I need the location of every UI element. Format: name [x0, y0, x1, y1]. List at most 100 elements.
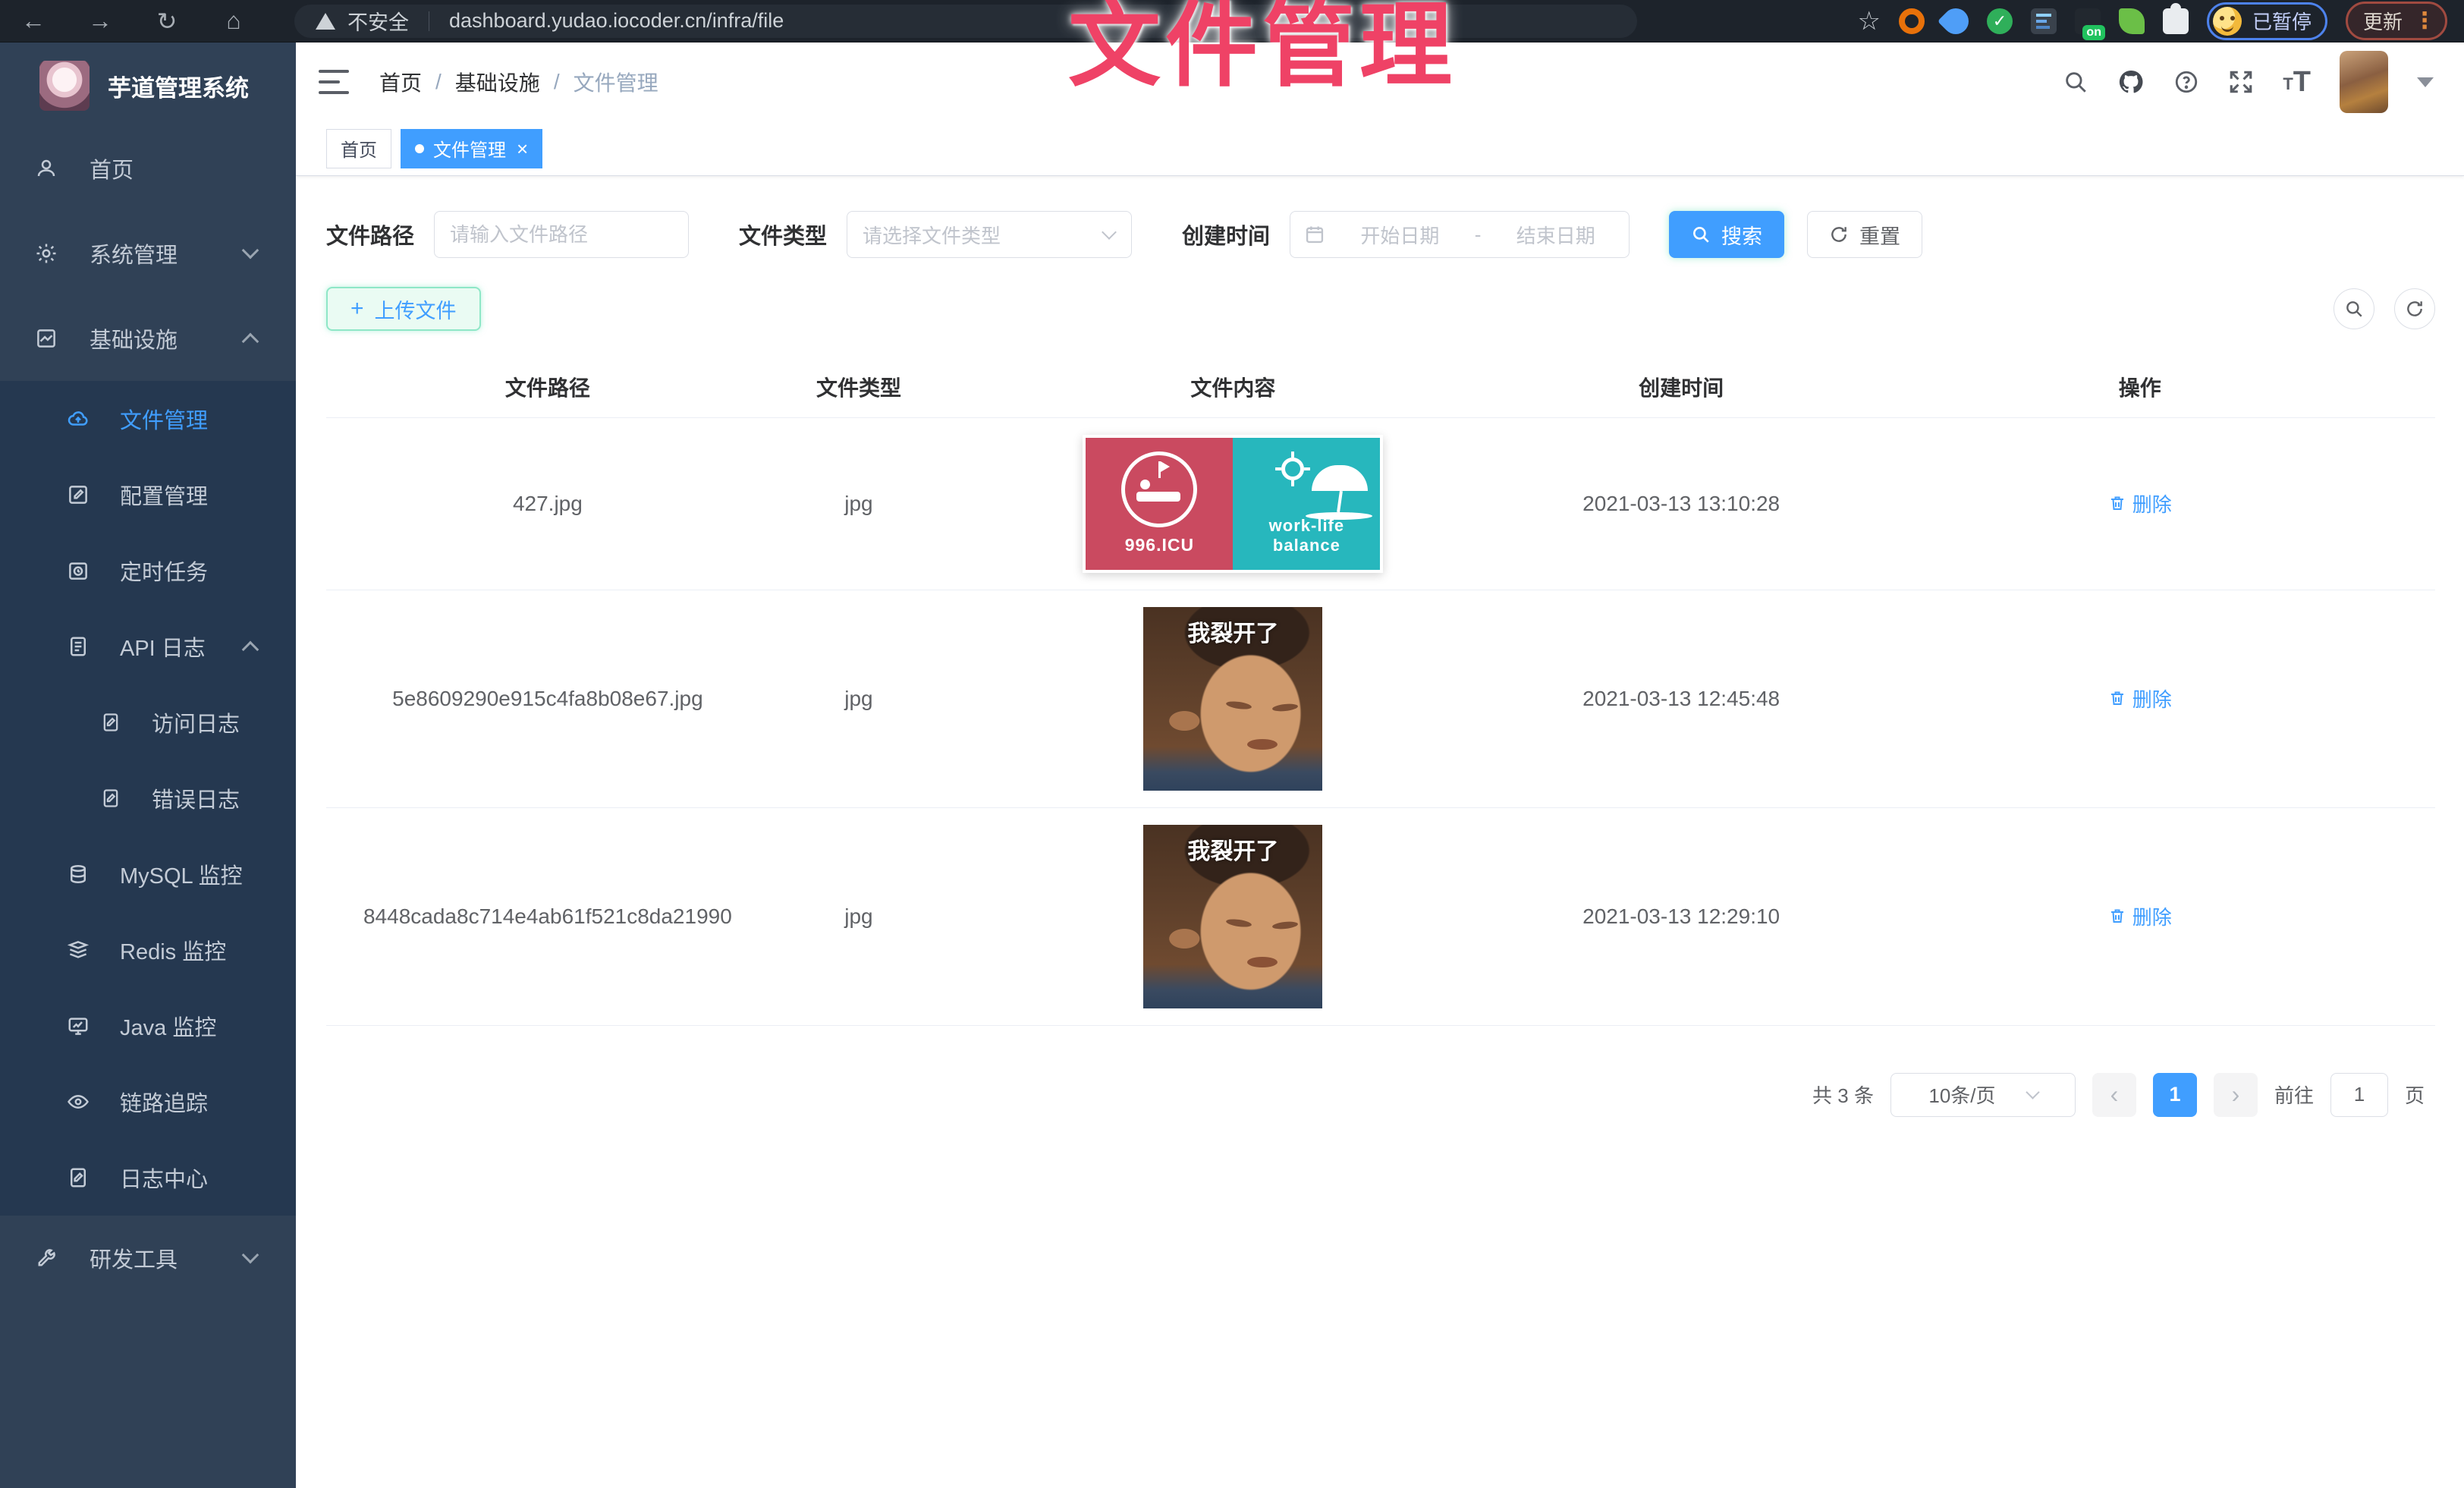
- extension-orange-icon[interactable]: [1899, 8, 1925, 34]
- col-header-type: 文件类型: [769, 357, 948, 417]
- sidebar-item-java-monitor[interactable]: Java 监控: [0, 988, 296, 1064]
- database-icon: [67, 863, 90, 886]
- upload-file-button[interactable]: + 上传文件: [326, 287, 481, 331]
- file-type-select[interactable]: 请选择文件类型: [847, 211, 1132, 258]
- date-range-picker[interactable]: 开始日期 - 结束日期: [1290, 211, 1630, 258]
- sidebar-item-label: 访问日志: [152, 706, 240, 738]
- file-path-input[interactable]: [434, 211, 689, 258]
- close-icon[interactable]: ×: [517, 139, 528, 159]
- sidebar-item-api-log[interactable]: API 日志: [0, 609, 296, 684]
- sidebar-item-access-log[interactable]: 访问日志: [0, 684, 296, 760]
- sidebar-item-home[interactable]: 首页: [0, 126, 296, 211]
- create-time-label: 创建时间: [1182, 219, 1270, 250]
- cell-create-time: 2021-03-13 12:45:48: [1518, 590, 1845, 807]
- user-avatar[interactable]: [2340, 51, 2388, 113]
- sidebar-item-file-management[interactable]: 文件管理: [0, 381, 296, 457]
- upload-button-label: 上传文件: [375, 294, 457, 324]
- breadcrumb: 首页 / 基础设施 / 文件管理: [379, 67, 658, 97]
- font-size-icon[interactable]: TT: [2283, 70, 2311, 94]
- chevron-down-icon: [1102, 225, 1117, 240]
- sidebar-item-scheduled-jobs[interactable]: 定时任务: [0, 533, 296, 609]
- delete-button[interactable]: 删除: [2108, 902, 2172, 930]
- date-end-placeholder[interactable]: 结束日期: [1496, 221, 1615, 249]
- cell-create-time: 2021-03-13 12:29:10: [1518, 807, 1845, 1025]
- delete-button[interactable]: 删除: [2108, 684, 2172, 713]
- cell-file-path: 5e8609290e915c4fa8b08e67.jpg: [326, 590, 769, 807]
- date-separator: -: [1475, 223, 1482, 247]
- refresh-table-icon-button[interactable]: [2394, 288, 2435, 329]
- extension-grid-icon[interactable]: [2031, 8, 2057, 34]
- extension-switch-icon[interactable]: on: [2075, 8, 2101, 34]
- hamburger-icon[interactable]: [319, 70, 349, 94]
- tag-home[interactable]: 首页: [326, 129, 391, 168]
- chevron-up-icon: [242, 333, 259, 351]
- file-preview-meme-image[interactable]: 我裂开了: [1143, 825, 1322, 1008]
- page-size-label: 10条/页: [1928, 1081, 1995, 1109]
- reset-button-label: 重置: [1859, 220, 1900, 250]
- breadcrumb-separator: /: [554, 70, 560, 94]
- browser-forward-icon[interactable]: →: [67, 7, 134, 35]
- sidebar-item-label: 基础设施: [90, 322, 178, 354]
- sidebar-item-tracing[interactable]: 链路追踪: [0, 1064, 296, 1140]
- browser-update-button[interactable]: 更新 ⋮: [2346, 2, 2447, 40]
- browser-home-icon[interactable]: ⌂: [200, 7, 267, 35]
- sidebar-item-label: Java 监控: [120, 1010, 216, 1042]
- dashboard-icon: [35, 157, 58, 180]
- tag-file-management[interactable]: 文件管理 ×: [401, 129, 542, 168]
- sidebar-logo-row[interactable]: 芋道管理系统: [0, 42, 296, 126]
- browser-refresh-icon[interactable]: ↻: [134, 7, 200, 36]
- pagination: 共 3 条 10条/页 ‹ 1 › 前往 页: [326, 1073, 2435, 1117]
- extension-leaf-icon[interactable]: [2119, 8, 2145, 34]
- extension-green-check-icon[interactable]: ✓: [1987, 8, 2013, 34]
- browser-menu-icon[interactable]: ⋮: [2413, 10, 2436, 33]
- sidebar-item-dev-tools[interactable]: 研发工具: [0, 1216, 296, 1301]
- sidebar-item-error-log[interactable]: 错误日志: [0, 760, 296, 836]
- toggle-search-icon-button[interactable]: [2334, 288, 2374, 329]
- cell-create-time: 2021-03-13 13:10:28: [1518, 417, 1845, 590]
- help-icon[interactable]: [2173, 69, 2199, 95]
- caret-down-icon[interactable]: [2417, 77, 2434, 87]
- timer-icon: [67, 559, 90, 582]
- sidebar-item-system[interactable]: 系统管理: [0, 211, 296, 296]
- breadcrumb-home[interactable]: 首页: [379, 67, 422, 97]
- sidebar-item-log-center[interactable]: 日志中心: [0, 1140, 296, 1216]
- prev-page-button[interactable]: ‹: [2092, 1073, 2136, 1117]
- calendar-icon: [1304, 224, 1325, 245]
- sidebar-item-label: 定时任务: [120, 555, 208, 587]
- fullscreen-icon[interactable]: [2228, 69, 2254, 95]
- table-row: 427.jpg jpg 996.ICU: [326, 417, 2435, 590]
- delete-button[interactable]: 删除: [2108, 489, 2172, 517]
- monitor-icon: [67, 1015, 90, 1037]
- reset-button[interactable]: 重置: [1807, 211, 1922, 258]
- sidebar-item-config-management[interactable]: 配置管理: [0, 457, 296, 533]
- goto-page-input[interactable]: [2330, 1073, 2388, 1117]
- file-preview-996-badge[interactable]: 996.ICU work-life balance: [1083, 435, 1383, 573]
- breadcrumb-section[interactable]: 基础设施: [455, 67, 540, 97]
- sidebar-item-infra[interactable]: 基础设施: [0, 296, 296, 381]
- cell-file-path: 427.jpg: [326, 417, 769, 590]
- url-text[interactable]: dashboard.yudao.iocoder.cn/infra/file: [449, 9, 784, 33]
- github-icon[interactable]: [2117, 68, 2145, 96]
- next-page-button[interactable]: ›: [2214, 1073, 2258, 1117]
- browser-back-icon[interactable]: ←: [0, 7, 67, 35]
- page-size-select[interactable]: 10条/页: [1890, 1073, 2076, 1117]
- sidebar-item-label: 日志中心: [120, 1162, 208, 1194]
- profile-paused-pill[interactable]: 已暂停: [2207, 2, 2327, 40]
- table-row: 5e8609290e915c4fa8b08e67.jpg jpg 我裂开了 20…: [326, 590, 2435, 807]
- bookmark-star-icon[interactable]: ☆: [1857, 6, 1880, 36]
- chevron-up-icon: [242, 641, 259, 659]
- meme-caption: 我裂开了: [1143, 832, 1322, 866]
- file-preview-meme-image[interactable]: 我裂开了: [1143, 607, 1322, 791]
- search-icon[interactable]: [2063, 69, 2088, 95]
- extensions-puzzle-icon[interactable]: [2163, 8, 2189, 34]
- not-secure-label[interactable]: 不安全: [347, 6, 409, 36]
- date-start-placeholder[interactable]: 开始日期: [1340, 221, 1460, 249]
- extension-blue-drop-icon[interactable]: [1938, 2, 1974, 39]
- sidebar-item-redis-monitor[interactable]: Redis 监控: [0, 912, 296, 988]
- search-button[interactable]: 搜索: [1669, 211, 1784, 258]
- sidebar-item-label: 错误日志: [152, 782, 240, 814]
- current-page-button[interactable]: 1: [2153, 1073, 2197, 1117]
- sidebar-item-mysql-monitor[interactable]: MySQL 监控: [0, 836, 296, 912]
- table-row: 8448cada8c714e4ab61f521c8da21990 jpg 我裂开…: [326, 807, 2435, 1025]
- eye-icon: [67, 1090, 90, 1113]
